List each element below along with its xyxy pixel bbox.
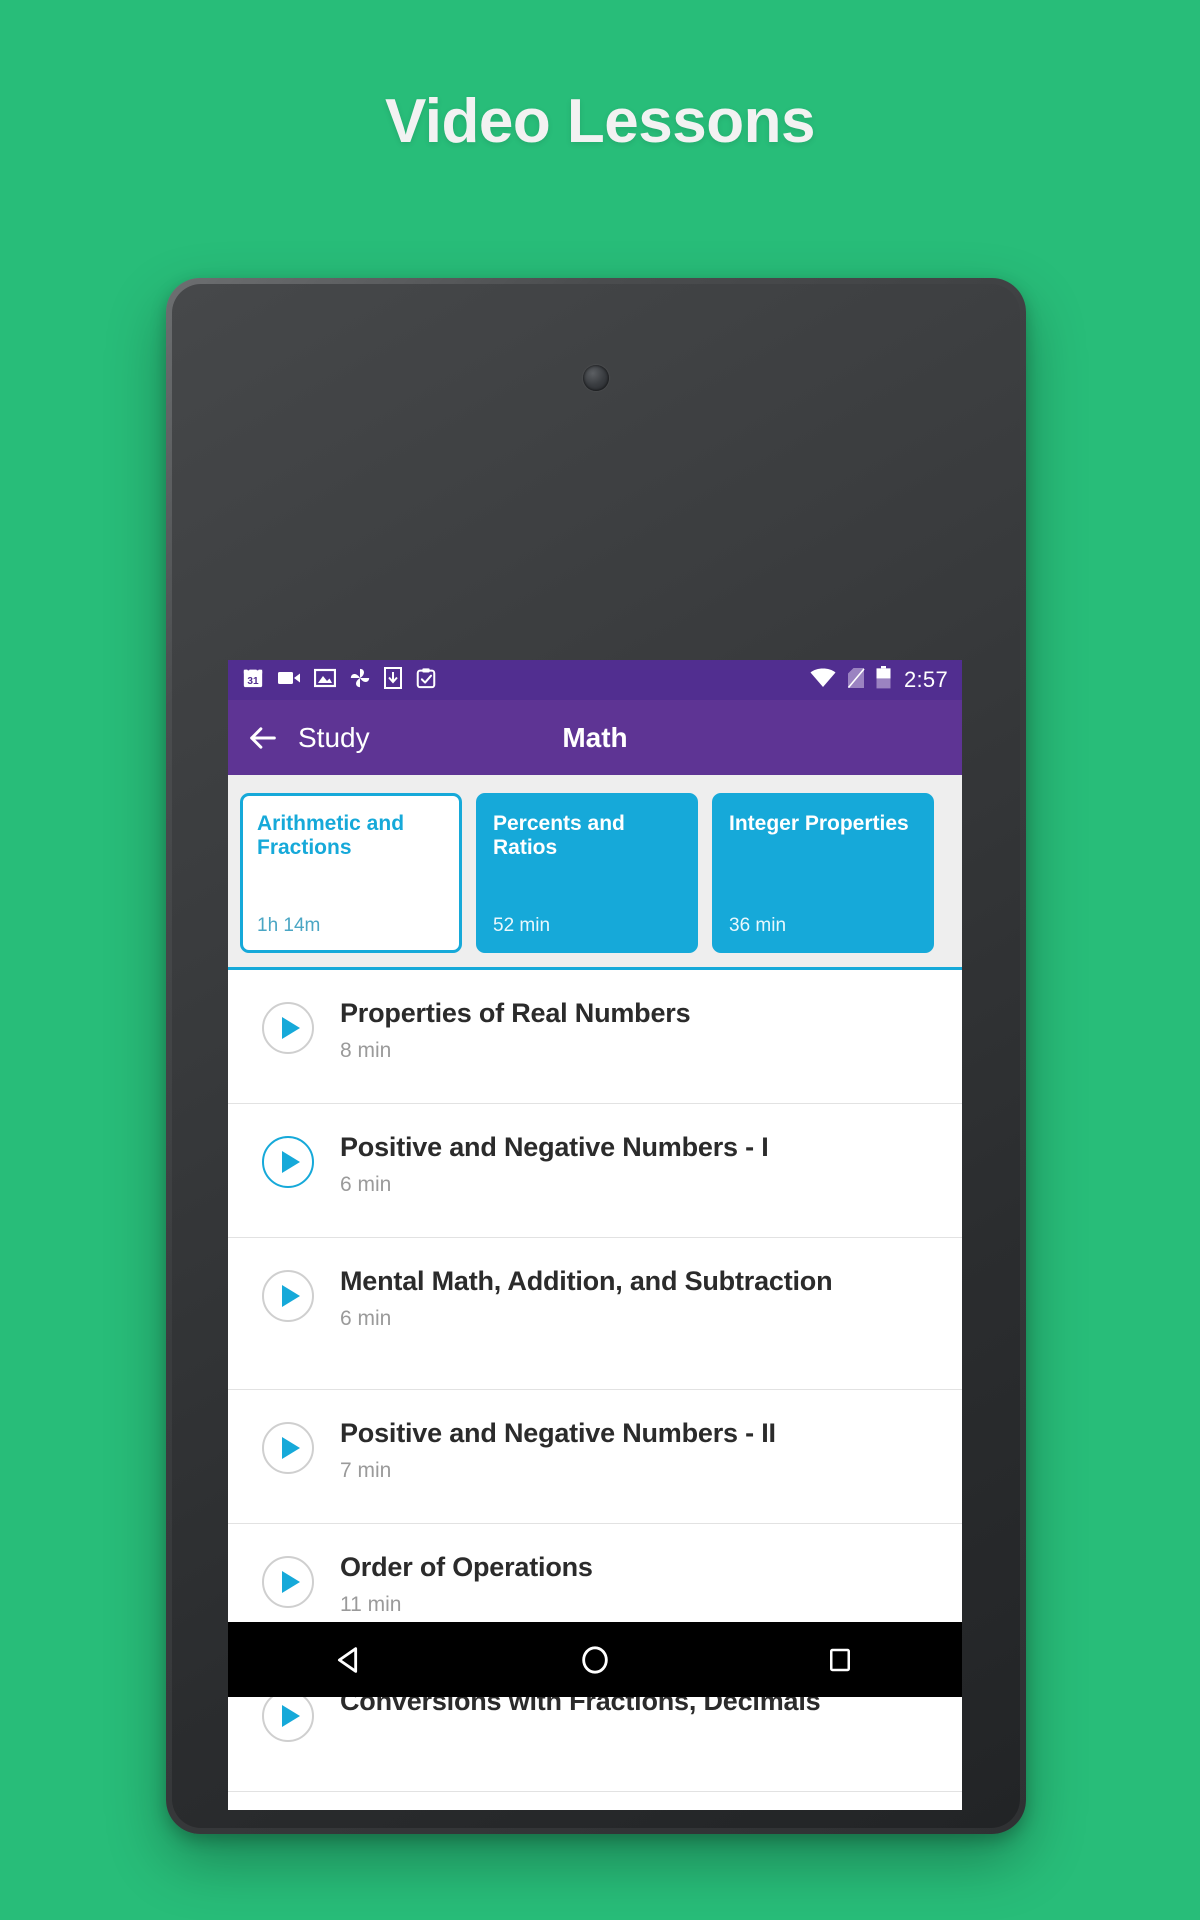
category-duration: 52 min (493, 914, 551, 936)
lesson-row[interactable]: Positive and Negative Numbers - II 7 min (228, 1390, 962, 1524)
svg-text:31: 31 (247, 675, 259, 686)
lesson-duration: 6 min (340, 1172, 392, 1196)
device-bezel: 31 2:57 Study Math Arithmetic and Fracti… (172, 284, 1020, 1828)
app-bar: Study Math (228, 700, 962, 775)
lesson-title: Properties of Real Numbers (340, 998, 691, 1028)
lesson-title: Positive and Negative Numbers - I (340, 1132, 769, 1162)
video-camera-icon (277, 669, 301, 692)
back-triangle-icon[interactable] (290, 1622, 410, 1697)
play-icon[interactable] (262, 1136, 314, 1188)
home-circle-icon[interactable] (535, 1622, 655, 1697)
play-icon[interactable] (262, 1690, 314, 1742)
pinwheel-icon (349, 667, 371, 694)
page-title: Video Lessons (385, 87, 815, 156)
category-name: Percents and Ratios (493, 811, 625, 859)
category-strip-underline (228, 967, 962, 970)
photo-icon (313, 668, 337, 693)
lesson-title: Order of Operations (340, 1552, 593, 1582)
lesson-duration: 11 min (340, 1592, 402, 1616)
lesson-title: Mental Math, Addition, and Subtraction (340, 1266, 833, 1296)
lesson-row[interactable]: Properties of Real Numbers 8 min (228, 970, 962, 1104)
front-camera-icon (583, 365, 609, 391)
play-icon[interactable] (262, 1002, 314, 1054)
category-name: Integer Properties (729, 811, 909, 835)
category-duration: 36 min (729, 914, 787, 936)
no-sim-icon (847, 667, 865, 694)
category-card-integer-properties[interactable]: Integer Properties 36 min (712, 792, 934, 953)
device-screen-area: 31 2:57 Study Math Arithmetic and Fracti… (200, 472, 962, 1810)
clipboard-check-icon (415, 667, 437, 694)
tablet-device-frame: 31 2:57 Study Math Arithmetic and Fracti… (166, 278, 1026, 1834)
download-icon (384, 666, 402, 694)
calendar-icon: 31 (242, 667, 264, 694)
battery-icon (876, 666, 891, 694)
lesson-duration: 6 min (340, 1306, 392, 1330)
android-navigation-bar (228, 1622, 962, 1697)
lesson-duration: 7 min (340, 1458, 392, 1482)
category-card-percents-and-ratios[interactable]: Percents and Ratios 52 min (476, 792, 698, 953)
wifi-icon (810, 668, 836, 693)
play-icon[interactable] (262, 1270, 314, 1322)
lesson-row[interactable]: Positive and Negative Numbers - I 6 min (228, 1104, 962, 1238)
recents-square-icon[interactable] (780, 1622, 900, 1697)
status-bar-clock: 2:57 (903, 667, 948, 692)
play-icon[interactable] (262, 1556, 314, 1608)
app-bar-up-label[interactable]: Study (298, 722, 370, 754)
lesson-row[interactable]: Mental Math, Addition, and Subtraction 6… (228, 1238, 962, 1390)
lesson-title: Positive and Negative Numbers - II (340, 1418, 776, 1448)
category-duration: 1h 14m (257, 914, 321, 936)
category-card-strip[interactable]: Arithmetic and Fractions 1h 14m Percents… (228, 775, 962, 970)
play-icon[interactable] (262, 1422, 314, 1474)
device-top-bezel (172, 284, 1020, 474)
status-bar-notification-icons: 31 (242, 666, 810, 694)
android-status-bar: 31 2:57 (228, 660, 962, 700)
category-card-arithmetic-and-fractions[interactable]: Arithmetic and Fractions 1h 14m (240, 792, 462, 953)
category-name: Arithmetic and Fractions (257, 811, 405, 859)
status-bar-system-icons: 2:57 (810, 666, 948, 694)
arrow-back-icon[interactable] (246, 721, 280, 755)
lesson-duration: 8 min (340, 1038, 392, 1062)
